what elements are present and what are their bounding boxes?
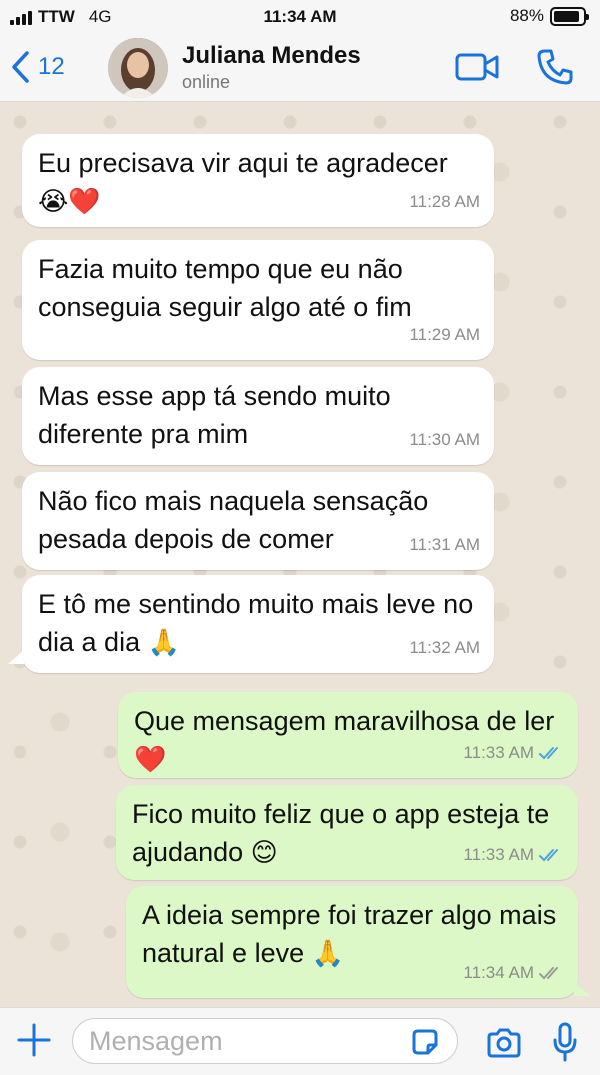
message-text-content: Eu precisava vir aqui te agradecer [38,148,448,178]
message-time: 11:31 AM [409,526,480,564]
double-check-icon [539,747,558,760]
contact-status: online [182,72,231,92]
emoji: 🙏 [147,628,180,658]
status-right: 88% [509,6,589,26]
message-time: 11:30 AM [409,421,480,459]
time-label: 11:28 AM [409,192,480,211]
emoji: ❤️ [134,745,167,775]
status-bar: TTW 4G 11:34 AM 88% [0,0,600,34]
message-incoming[interactable]: Fazia muito tempo que eu não conseguia s… [22,240,494,360]
message-time: 11:33 AM [463,734,564,772]
message-text-content: Que mensagem maravilhosa de ler [134,706,555,736]
message-text-content: E tô me sentindo muito mais leve no dia … [38,589,474,657]
plus-icon [17,1023,51,1057]
microphone-icon [553,1022,577,1062]
microphone-button[interactable] [552,1022,578,1067]
back-count: 12 [38,53,65,80]
message-time: 11:33 AM [463,836,564,874]
phone-icon [537,49,573,85]
time-label: 11:29 AM [409,325,480,344]
message-incoming[interactable]: Mas esse app tá sendo muito diferente pr… [22,367,494,465]
message-time: 11:34 AM [463,954,564,992]
double-check-icon [539,849,558,862]
sticker-button[interactable] [410,1027,440,1062]
message-outgoing[interactable]: A ideia sempre foi trazer algo mais natu… [126,886,578,998]
message-incoming[interactable]: Não fico mais naquela sensação pesada de… [22,472,494,570]
message-time: 11:28 AM [409,183,480,221]
bubble-tail [574,982,590,996]
back-button[interactable]: 12 [10,50,65,84]
double-check-icon [539,967,558,980]
message-incoming[interactable]: Eu precisava vir aqui te agradecer 😭❤️ 1… [22,134,494,227]
battery-icon [550,6,589,26]
attach-button[interactable] [16,1022,52,1063]
camera-icon [487,1028,521,1058]
contact-name[interactable]: Juliana Mendes [182,42,361,70]
video-camera-icon [455,53,499,81]
battery-percent: 88% [509,6,544,25]
message-outgoing[interactable]: Que mensagem maravilhosa de ler ❤️ 11:33… [118,692,578,778]
time-label: 11:33 AM [463,845,534,864]
chat-header: 12 Juliana Mendes online [0,34,600,102]
input-bar [0,1007,600,1075]
emoji: 😊 [250,838,278,868]
time-label: 11:33 AM [463,743,534,762]
chat-area[interactable]: Eu precisava vir aqui te agradecer 😭❤️ 1… [0,102,600,1007]
message-input[interactable] [72,1018,458,1064]
battery-fill [554,10,579,22]
message-text: Fazia muito tempo que eu não conseguia s… [38,254,412,322]
time-label: 11:34 AM [463,963,534,982]
camera-button[interactable] [486,1028,522,1063]
video-call-button[interactable] [455,52,499,87]
emoji: 😭❤️ [38,187,101,217]
message-outgoing[interactable]: Fico muito feliz que o app esteja te aju… [116,785,578,880]
message-incoming[interactable]: E tô me sentindo muito mais leve no dia … [22,575,494,673]
emoji: 🙏 [311,939,344,969]
time-label: 11:31 AM [409,535,480,554]
avatar-image [108,38,168,98]
bubble-tail [8,650,24,664]
voice-call-button[interactable] [536,48,574,91]
message-time: 11:29 AM [409,316,480,354]
avatar[interactable] [108,38,168,98]
message-time: 11:32 AM [409,629,480,667]
time-label: 11:32 AM [409,638,480,657]
time-label: 11:30 AM [409,430,480,449]
sticker-icon [412,1029,438,1055]
chevron-left-icon [12,51,29,83]
